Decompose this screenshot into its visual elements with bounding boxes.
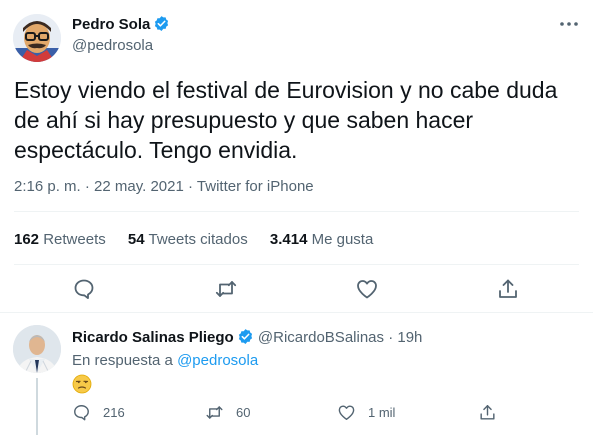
divider (0, 312, 593, 313)
reply-like-action[interactable]: 1 mil (337, 403, 395, 422)
reply-header: Ricardo Salinas Pliego @RicardoBSalinas … (72, 328, 422, 346)
divider (14, 264, 579, 265)
tweet-meta: 2:16 p. m. · 22 may. 2021 · Twitter for … (14, 178, 314, 195)
avatar-photo (13, 325, 61, 373)
reply-retweets-count: 60 (236, 405, 251, 420)
reply-author-name[interactable]: Ricardo Salinas Pliego (72, 329, 234, 346)
tweet-date[interactable]: 22 may. 2021 (94, 178, 184, 195)
author-avatar[interactable] (13, 14, 61, 62)
author-name[interactable]: Pedro Sola (72, 16, 150, 33)
reply-likes-count: 1 mil (368, 405, 396, 420)
heart-icon (338, 405, 355, 420)
reply-reply-action[interactable]: 216 (72, 403, 125, 422)
quotes-label: Tweets citados (148, 231, 248, 248)
retweets-count: 162 (14, 231, 40, 248)
reply-icon (74, 405, 89, 421)
tweet-source[interactable]: Twitter for iPhone (197, 178, 314, 195)
unamused-face-emoji: 😒 (72, 374, 92, 394)
likes-stat[interactable]: 3.414 Me gusta (270, 231, 373, 248)
author-header: Pedro Sola (72, 15, 170, 34)
retweet-icon[interactable] (214, 277, 238, 301)
meta-separator: · (188, 178, 193, 195)
retweet-icon (206, 406, 223, 419)
quotes-count: 54 (127, 231, 145, 248)
reply-separator: · (388, 329, 394, 346)
reply-retweet-action[interactable]: 60 (205, 403, 250, 422)
retweets-stat[interactable]: 162 Retweets (14, 231, 106, 248)
reply-time[interactable]: 19h (397, 329, 422, 346)
tweet-stats: 162 Retweets 54 Tweets citados 3.414 Me … (14, 231, 391, 248)
meta-separator: · (84, 178, 90, 195)
avatar-illustration (13, 14, 61, 62)
likes-count: 3.414 (269, 231, 308, 248)
thread-line (36, 378, 38, 435)
reply-author-avatar[interactable] (13, 325, 61, 373)
quotes-stat[interactable]: 54 Tweets citados (128, 231, 248, 248)
reply-author-handle[interactable]: @RicardoBSalinas (258, 329, 384, 346)
more-icon[interactable] (557, 14, 581, 34)
tweet-time[interactable]: 2:16 p. m. (14, 178, 81, 195)
tweet-text: Estoy viendo el festival de Eurovision y… (14, 77, 558, 163)
divider (14, 211, 579, 212)
heart-icon[interactable] (355, 277, 379, 301)
share-icon[interactable] (496, 277, 520, 301)
reply-to-link[interactable]: @pedrosola (177, 352, 258, 369)
replying-to: En respuesta a @pedrosola (72, 352, 258, 369)
verified-badge-icon (155, 16, 169, 31)
reply-replies-count: 216 (103, 405, 125, 420)
reply-share-action[interactable] (478, 403, 509, 422)
likes-label: Me gusta (311, 231, 374, 248)
reply-prefix: En respuesta a (72, 352, 173, 369)
retweets-label: Retweets (43, 231, 106, 248)
share-icon (480, 405, 495, 420)
reply-icon[interactable] (72, 277, 96, 301)
author-handle[interactable]: @pedrosola (72, 37, 153, 54)
verified-badge-icon (238, 329, 252, 344)
